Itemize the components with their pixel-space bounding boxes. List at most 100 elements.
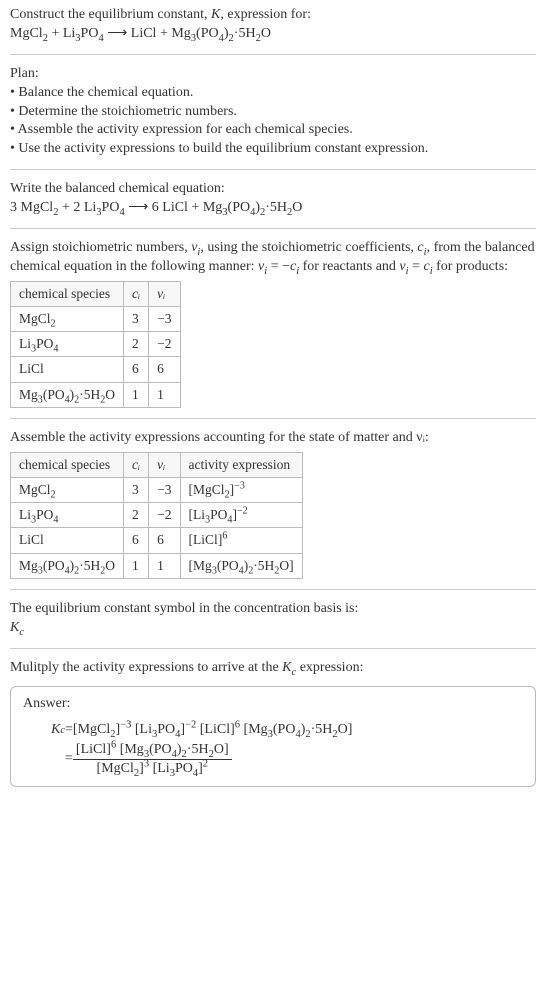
sp: MgCl [19,482,51,497]
sp: (PO [217,558,239,573]
col-header: νᵢ [149,452,180,477]
sp: (PO [196,26,219,41]
sp: (PO [149,742,172,757]
cell: 6 [149,528,180,553]
h: νᵢ [157,286,165,301]
cell: 3 [124,307,149,332]
sp: Li [63,26,75,41]
col-header: chemical species [11,281,124,306]
cell: LiCl [11,528,124,553]
col-header: νᵢ [149,281,180,306]
sp: Li [193,507,205,522]
sp: LiCl [81,742,107,757]
activity-table: chemical species cᵢ νᵢ activity expressi… [10,452,303,579]
sp: Mg [193,558,212,573]
sp: Mg [19,558,38,573]
plan: Plan: • Balance the chemical equation. •… [10,65,536,159]
sp: + 2 Li [58,200,96,215]
cell: [MgCl2]−3 [180,478,302,503]
sp: ·5H [311,722,333,737]
cell: 1 [149,382,180,407]
cell: 2 [124,503,149,528]
txt: Assign stoichiometric numbers, [10,240,191,255]
k: K [282,660,291,675]
sp: Mg [124,742,143,757]
table-row: chemical species cᵢ νᵢ [11,281,181,306]
sub: 2 [51,319,56,330]
divider [10,418,536,419]
txt: = [409,259,424,274]
sp: O [279,558,289,573]
arrow: ⟶ [104,26,131,41]
sp: PO [81,26,99,41]
sp: PO [36,336,53,351]
cell: [Li3PO4]−2 [180,503,302,528]
sup: 6 [111,740,116,751]
sp: ·5H [265,200,287,215]
sp: PO [36,507,53,522]
sub: 4 [227,515,232,526]
plan-bullet: • Use the activity expressions to build … [10,140,536,159]
plan-bullet: • Balance the chemical equation. [10,84,536,103]
divider [10,648,536,649]
col-header: cᵢ [124,452,149,477]
unbalanced-equation: MgCl2 + Li3PO4 ⟶ LiCl + Mg3(PO4)2·5H2O [10,26,271,41]
cell: −3 [149,478,180,503]
sp: O [214,742,224,757]
cell: LiCl [11,357,124,382]
sp: PO [157,722,175,737]
sp: O [105,558,115,573]
sp: O [292,200,302,215]
stoich-intro: Assign stoichiometric numbers, νi, using… [10,239,536,277]
sp: MgCl [101,761,134,776]
multiply-text: Mulitply the activity expressions to arr… [10,660,282,675]
answer-equation: Kc = [MgCl2]−3 [Li3PO4]−2 [LiCl]6 [Mg3(P… [23,721,523,777]
table-row: Mg3(PO4)2·5H2O 1 1 [11,382,181,407]
sp: (PO [43,558,65,573]
cell: 6 [124,528,149,553]
sp: ·5H [79,387,100,402]
answer-label: Answer: [23,695,523,714]
eq: = [65,750,73,769]
sp: ·5H [234,26,256,41]
cell: Mg3(PO4)2·5H2O [11,382,124,407]
cell: −3 [149,307,180,332]
txt: , using the stoichiometric coefficients, [200,240,417,255]
numerator: [LiCl]6 [Mg3(PO4)2·5H2O] [73,742,232,760]
cell: 2 [124,332,149,357]
sup: −3 [120,720,131,731]
sp: LiCl [193,532,218,547]
sub: 2 [51,490,56,501]
sp: 6 LiCl + Mg [152,200,223,215]
cell: 6 [124,357,149,382]
sup: −3 [234,481,245,492]
sp: ·5H [79,558,100,573]
sub: 4 [175,729,180,740]
cell: 1 [149,553,180,578]
table-row: chemical species cᵢ νᵢ activity expressi… [11,452,303,477]
kc-section: The equilibrium constant symbol in the c… [10,600,536,638]
sp: O [105,387,115,402]
sp: PO [102,200,120,215]
table-row: LiCl 6 6 [11,357,181,382]
sub: c [19,627,24,638]
balanced-section: Write the balanced chemical equation: 3 … [10,180,536,218]
h: cᵢ [132,457,140,472]
prompt-text-b: , expression for: [220,7,311,22]
sup: 6 [235,720,240,731]
sp: Li [140,722,152,737]
cell: Li3PO4 [11,332,124,357]
eq: = [65,721,73,740]
kc-symbol: Kc [10,619,536,638]
sp: MgCl [10,26,43,41]
balanced-equation: 3 MgCl2 + 2 Li3PO4 ⟶ 6 LiCl + Mg3(PO4)2·… [10,200,302,215]
cell: [Mg3(PO4)2·5H2O] [180,553,302,578]
sub: 2 [225,490,230,501]
txt: = − [267,259,290,274]
stoich-table: chemical species cᵢ νᵢ MgCl2 3 −3 Li3PO4… [10,281,181,408]
sp: MgCl [193,482,225,497]
sup: 2 [203,759,208,770]
sup: 3 [144,759,149,770]
cell: Mg3(PO4)2·5H2O [11,553,124,578]
sup: −2 [237,506,248,517]
